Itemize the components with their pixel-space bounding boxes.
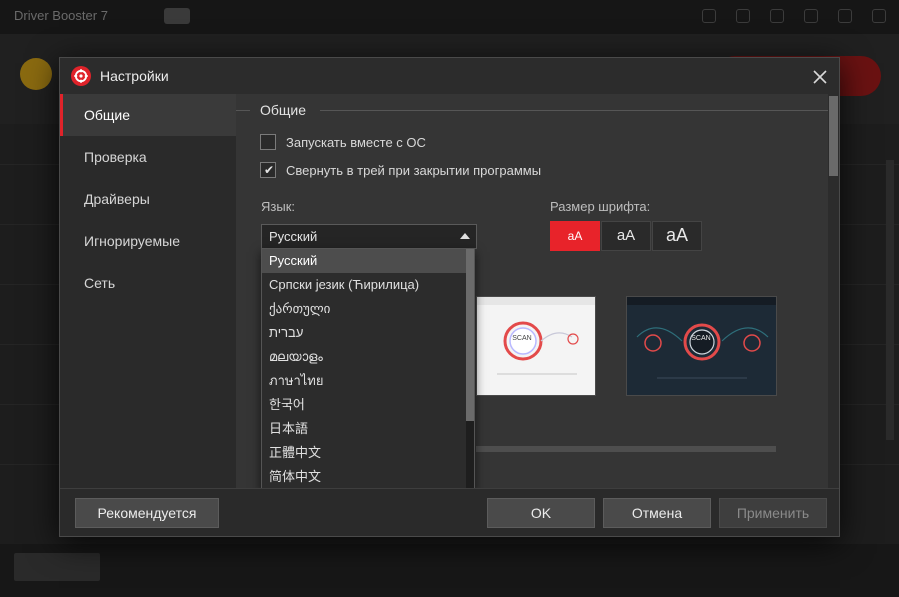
preview-horizontal-scrollbar[interactable]	[476, 446, 776, 452]
dropdown-scrollbar-thumb[interactable]	[466, 249, 474, 421]
settings-sidebar: Общие Проверка Драйверы Игнорируемые Сет…	[60, 94, 236, 488]
language-option[interactable]: 日本語	[262, 417, 466, 441]
startup-checkbox[interactable]	[260, 134, 276, 150]
language-option[interactable]: ภาษาไทย	[262, 369, 466, 393]
sidebar-item-network[interactable]: Сеть	[60, 262, 236, 304]
close-icon	[872, 9, 886, 23]
sidebar-item-general[interactable]: Общие	[60, 94, 236, 136]
dialog-title: Настройки	[100, 68, 169, 84]
language-dropdown-list: Русский Српски језик (Ћирилица) ქართული …	[261, 248, 475, 490]
background-footer	[0, 544, 899, 597]
cancel-button[interactable]: Отмена	[603, 498, 711, 528]
theme-light-scan-text: SCAN	[512, 335, 532, 342]
screen: Driver Booster 7 Настройки Общие Проверк…	[0, 0, 899, 597]
background-footer-button	[14, 553, 100, 581]
theme-light-preview[interactable]	[476, 296, 596, 396]
font-size-small-button[interactable]: aA	[550, 221, 600, 251]
language-select-value: Русский	[269, 229, 318, 244]
maximize-icon	[838, 9, 852, 23]
background-badge	[164, 8, 190, 24]
font-size-large-button[interactable]: aA	[652, 221, 702, 251]
section-title: Общие	[260, 102, 307, 118]
language-option[interactable]: עברית	[262, 321, 466, 345]
dialog-titlebar: Настройки	[60, 58, 839, 94]
background-titlebar: Driver Booster 7	[0, 0, 899, 34]
language-option[interactable]: ქართული	[262, 297, 466, 321]
language-option[interactable]: മലയാളം	[262, 345, 466, 369]
scrollbar-thumb[interactable]	[829, 96, 838, 176]
language-option[interactable]: 简体中文	[262, 465, 466, 489]
startup-checkbox-label: Запускать вместе с ОС	[286, 135, 426, 150]
language-option[interactable]: Српски језик (Ћирилица)	[262, 273, 466, 297]
sidebar-item-scan[interactable]: Проверка	[60, 136, 236, 178]
background-app-title: Driver Booster 7	[14, 8, 108, 23]
section-divider	[236, 110, 250, 111]
background-scrollbar	[886, 160, 894, 440]
language-label: Язык:	[261, 199, 295, 214]
apply-button[interactable]: Применить	[719, 498, 827, 528]
theme-dark-preview[interactable]	[626, 296, 777, 396]
font-size-group: aA aA aA	[550, 221, 702, 251]
background-status-icon	[20, 58, 52, 90]
language-option[interactable]: 한국어	[262, 393, 466, 417]
settings-vertical-scrollbar[interactable]	[828, 94, 839, 488]
shirt-icon	[736, 9, 750, 23]
minimize-to-tray-label: Свернуть в трей при закрытии программы	[286, 163, 542, 178]
section-divider	[320, 110, 828, 111]
menu-icon	[770, 9, 784, 23]
app-logo-icon	[71, 66, 91, 86]
language-option[interactable]: Русский	[262, 249, 466, 273]
recommended-button[interactable]: Рекомендуется	[75, 498, 219, 528]
language-option[interactable]: 正體中文	[262, 441, 466, 465]
dialog-footer: Рекомендуется OK Отмена Применить	[60, 488, 839, 536]
sidebar-item-drivers[interactable]: Драйверы	[60, 178, 236, 220]
dropdown-scrollbar[interactable]	[466, 249, 474, 489]
font-size-medium-button[interactable]: aA	[601, 221, 651, 251]
close-icon[interactable]	[810, 67, 830, 87]
gift-icon	[702, 9, 716, 23]
chevron-up-icon	[460, 233, 470, 239]
minimize-icon	[804, 9, 818, 23]
font-size-label: Размер шрифта:	[550, 199, 651, 214]
sidebar-item-ignored[interactable]: Игнорируемые	[60, 220, 236, 262]
language-select[interactable]: Русский	[261, 224, 477, 249]
ok-button[interactable]: OK	[487, 498, 595, 528]
settings-dialog: Настройки Общие Проверка Драйверы Игнори…	[59, 57, 840, 537]
minimize-to-tray-checkbox[interactable]: ✔	[260, 162, 276, 178]
theme-dark-scan-text: SCAN	[691, 335, 711, 342]
checkmark-icon: ✔	[263, 163, 275, 177]
